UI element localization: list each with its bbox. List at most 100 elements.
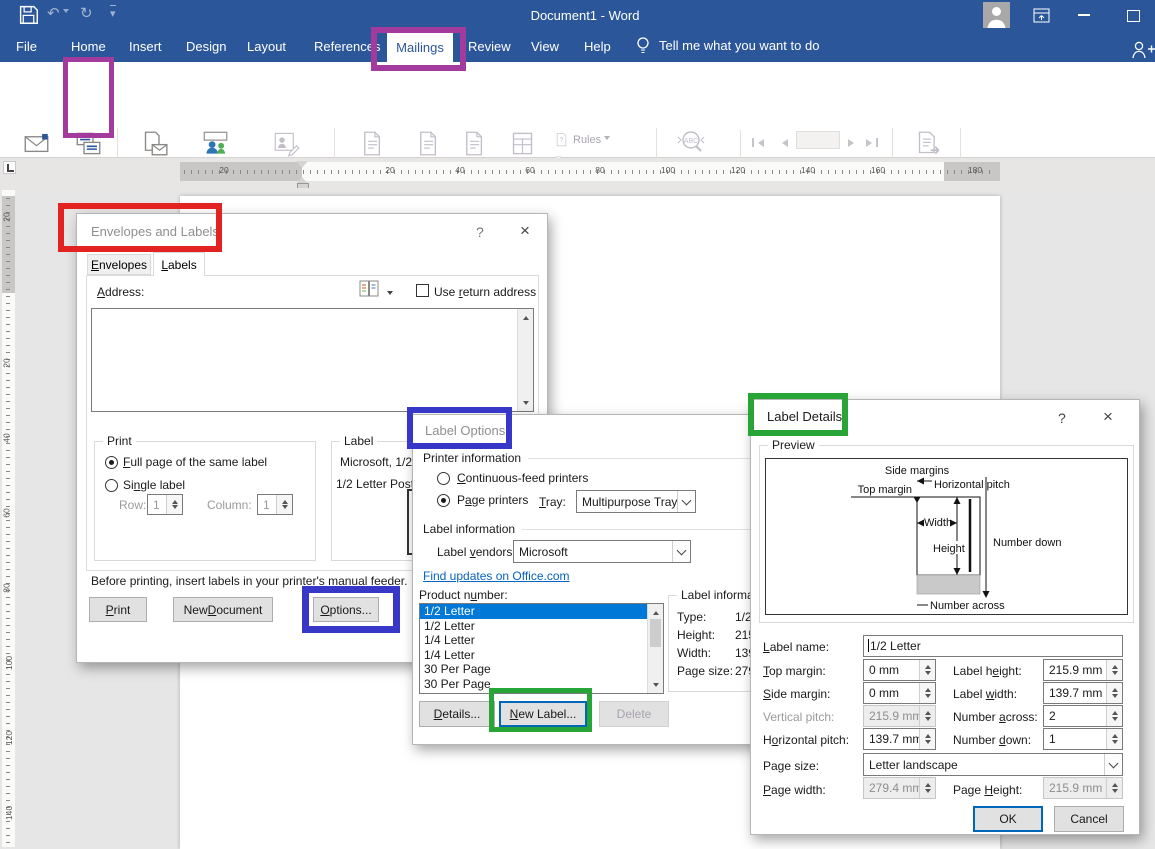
textarea-scrollbar[interactable]	[517, 309, 533, 411]
tray-dropdown[interactable]: Multipurpose Tray	[576, 490, 696, 513]
minimize-button[interactable]	[1078, 14, 1090, 16]
help-icon[interactable]: ?	[476, 224, 484, 240]
tab-envelopes[interactable]: Envelopes	[87, 254, 151, 275]
last-record-button	[866, 134, 878, 152]
next-record-icon	[848, 139, 858, 147]
ribbon-display-options-button[interactable]	[1033, 8, 1050, 28]
single-label-radio[interactable]	[105, 479, 118, 492]
scroll-down-icon[interactable]	[518, 397, 533, 411]
label-width-spinner[interactable]: 139.7 mm	[1043, 682, 1123, 704]
label-width-label: Label width:	[953, 687, 1017, 701]
ruler-number: 160	[871, 165, 885, 175]
customize-quick-access-button[interactable]: ▾	[110, 5, 116, 22]
tab-stop-selector[interactable]	[3, 161, 16, 174]
chevron-down-icon[interactable]	[677, 491, 695, 512]
ok-button[interactable]: OK	[973, 806, 1043, 832]
spinner-buttons[interactable]	[1106, 706, 1122, 726]
list-item[interactable]: 1/2 Letter	[420, 604, 663, 619]
spinner-buttons[interactable]	[1106, 683, 1122, 703]
scrollbar-thumb[interactable]	[650, 619, 661, 647]
chevron-down-icon[interactable]	[1104, 754, 1122, 775]
svg-text:Height: Height	[933, 543, 965, 555]
product-number-listbox[interactable]: 1/2 Letter 1/2 Letter 1/4 Letter 1/4 Let…	[419, 603, 664, 694]
new-label-button[interactable]: New Label...	[499, 701, 587, 727]
address-book-icon[interactable]	[359, 280, 379, 302]
horizontal-pitch-label: Horizontal pitch:	[763, 733, 849, 747]
tab-references[interactable]: References	[314, 37, 380, 57]
tab-layout[interactable]: Layout	[247, 37, 286, 57]
label-vendors-dropdown[interactable]: Microsoft	[513, 540, 691, 563]
address-book-dropdown-icon[interactable]	[384, 287, 393, 305]
spinner-buttons	[919, 778, 935, 798]
ruler-number: 180	[968, 165, 982, 175]
spinner-buttons[interactable]	[276, 495, 292, 514]
redo-button[interactable]: ↻	[80, 6, 93, 21]
spinner-buttons[interactable]	[919, 729, 935, 749]
scroll-up-icon[interactable]	[648, 604, 663, 618]
label-vendors-label: Label vendors:	[437, 545, 516, 559]
list-item[interactable]: 1/4 Letter	[420, 648, 663, 663]
number-across-spinner[interactable]: 2	[1043, 705, 1123, 727]
page-height-spinner: 215.9 mm	[1043, 777, 1123, 799]
save-button[interactable]	[18, 4, 39, 30]
number-down-spinner[interactable]: 1	[1043, 728, 1123, 750]
spinner-buttons[interactable]	[919, 683, 935, 703]
scroll-down-icon[interactable]	[648, 679, 663, 693]
tab-help[interactable]: Help	[584, 37, 611, 57]
tab-insert[interactable]: Insert	[129, 37, 162, 57]
chevron-down-icon[interactable]	[672, 541, 690, 562]
tab-file[interactable]: File	[16, 37, 37, 57]
cancel-button[interactable]: Cancel	[1054, 806, 1124, 832]
spinner-buttons[interactable]	[166, 495, 182, 514]
address-textarea[interactable]	[91, 308, 534, 412]
help-icon[interactable]: ?	[1058, 410, 1066, 426]
row-spinner[interactable]: 1	[147, 494, 183, 515]
close-icon[interactable]: ×	[1103, 408, 1113, 425]
rules-icon	[554, 132, 569, 147]
list-item[interactable]: 30 Per Page	[420, 662, 663, 677]
page-printers-radio[interactable]	[437, 494, 450, 507]
label-name-input[interactable]: 1/2 Letter	[863, 635, 1123, 657]
list-item[interactable]: 30 Per Page	[420, 677, 663, 692]
print-button[interactable]: Print	[89, 597, 147, 622]
scroll-up-icon[interactable]	[518, 309, 533, 323]
spinner-buttons[interactable]	[1106, 660, 1122, 680]
label-height-spinner[interactable]: 215.9 mm	[1043, 659, 1123, 681]
horizontal-ruler: 20 20 40 60 80 100 120 140 160 180	[180, 162, 1000, 181]
spinner-buttons[interactable]	[1106, 729, 1122, 749]
account-avatar[interactable]	[983, 2, 1010, 33]
titlebar: ↶ ↻ ▾ Document1 - Word	[0, 0, 1155, 30]
previous-record-button	[778, 134, 788, 152]
preview-results-icon: ABC	[676, 128, 706, 158]
maximize-button[interactable]	[1127, 10, 1140, 22]
horizontal-pitch-spinner[interactable]: 139.7 mm	[863, 728, 936, 750]
vertical-pitch-label: Vertical pitch:	[763, 710, 834, 724]
labels-icon	[75, 128, 102, 158]
use-return-address-checkbox[interactable]	[416, 284, 429, 297]
find-updates-link[interactable]: Find updates on Office.com	[423, 569, 570, 583]
full-page-radio[interactable]	[105, 456, 118, 469]
spinner-buttons[interactable]	[919, 660, 935, 680]
side-margin-spinner[interactable]: 0 mm	[863, 682, 936, 704]
top-margin-spinner[interactable]: 0 mm	[863, 659, 936, 681]
tab-view[interactable]: View	[531, 37, 559, 57]
continuous-feed-radio[interactable]	[437, 472, 450, 485]
undo-button[interactable]: ↶	[47, 6, 69, 21]
tab-mailings[interactable]: Mailings	[387, 32, 453, 62]
options-button[interactable]: Options...	[313, 597, 379, 622]
info-key: Height:	[677, 628, 715, 642]
details-button[interactable]: Details...	[419, 701, 495, 727]
tell-me-box[interactable]: Tell me what you want to do	[659, 38, 819, 53]
label-information-heading: Label information	[423, 522, 759, 536]
tab-review[interactable]: Review	[468, 37, 511, 57]
tab-design[interactable]: Design	[186, 37, 226, 57]
list-item[interactable]: 1/4 Letter	[420, 633, 663, 648]
new-document-button[interactable]: New Document	[173, 597, 273, 622]
list-item[interactable]: 1/2 Letter	[420, 619, 663, 634]
close-icon[interactable]: ×	[520, 222, 530, 239]
tab-home[interactable]: Home	[71, 37, 106, 57]
list-scrollbar[interactable]	[647, 604, 663, 693]
column-spinner[interactable]: 1	[257, 494, 293, 515]
page-size-dropdown[interactable]: Letter landscape	[863, 753, 1123, 776]
tab-labels[interactable]: Labels	[153, 252, 205, 276]
